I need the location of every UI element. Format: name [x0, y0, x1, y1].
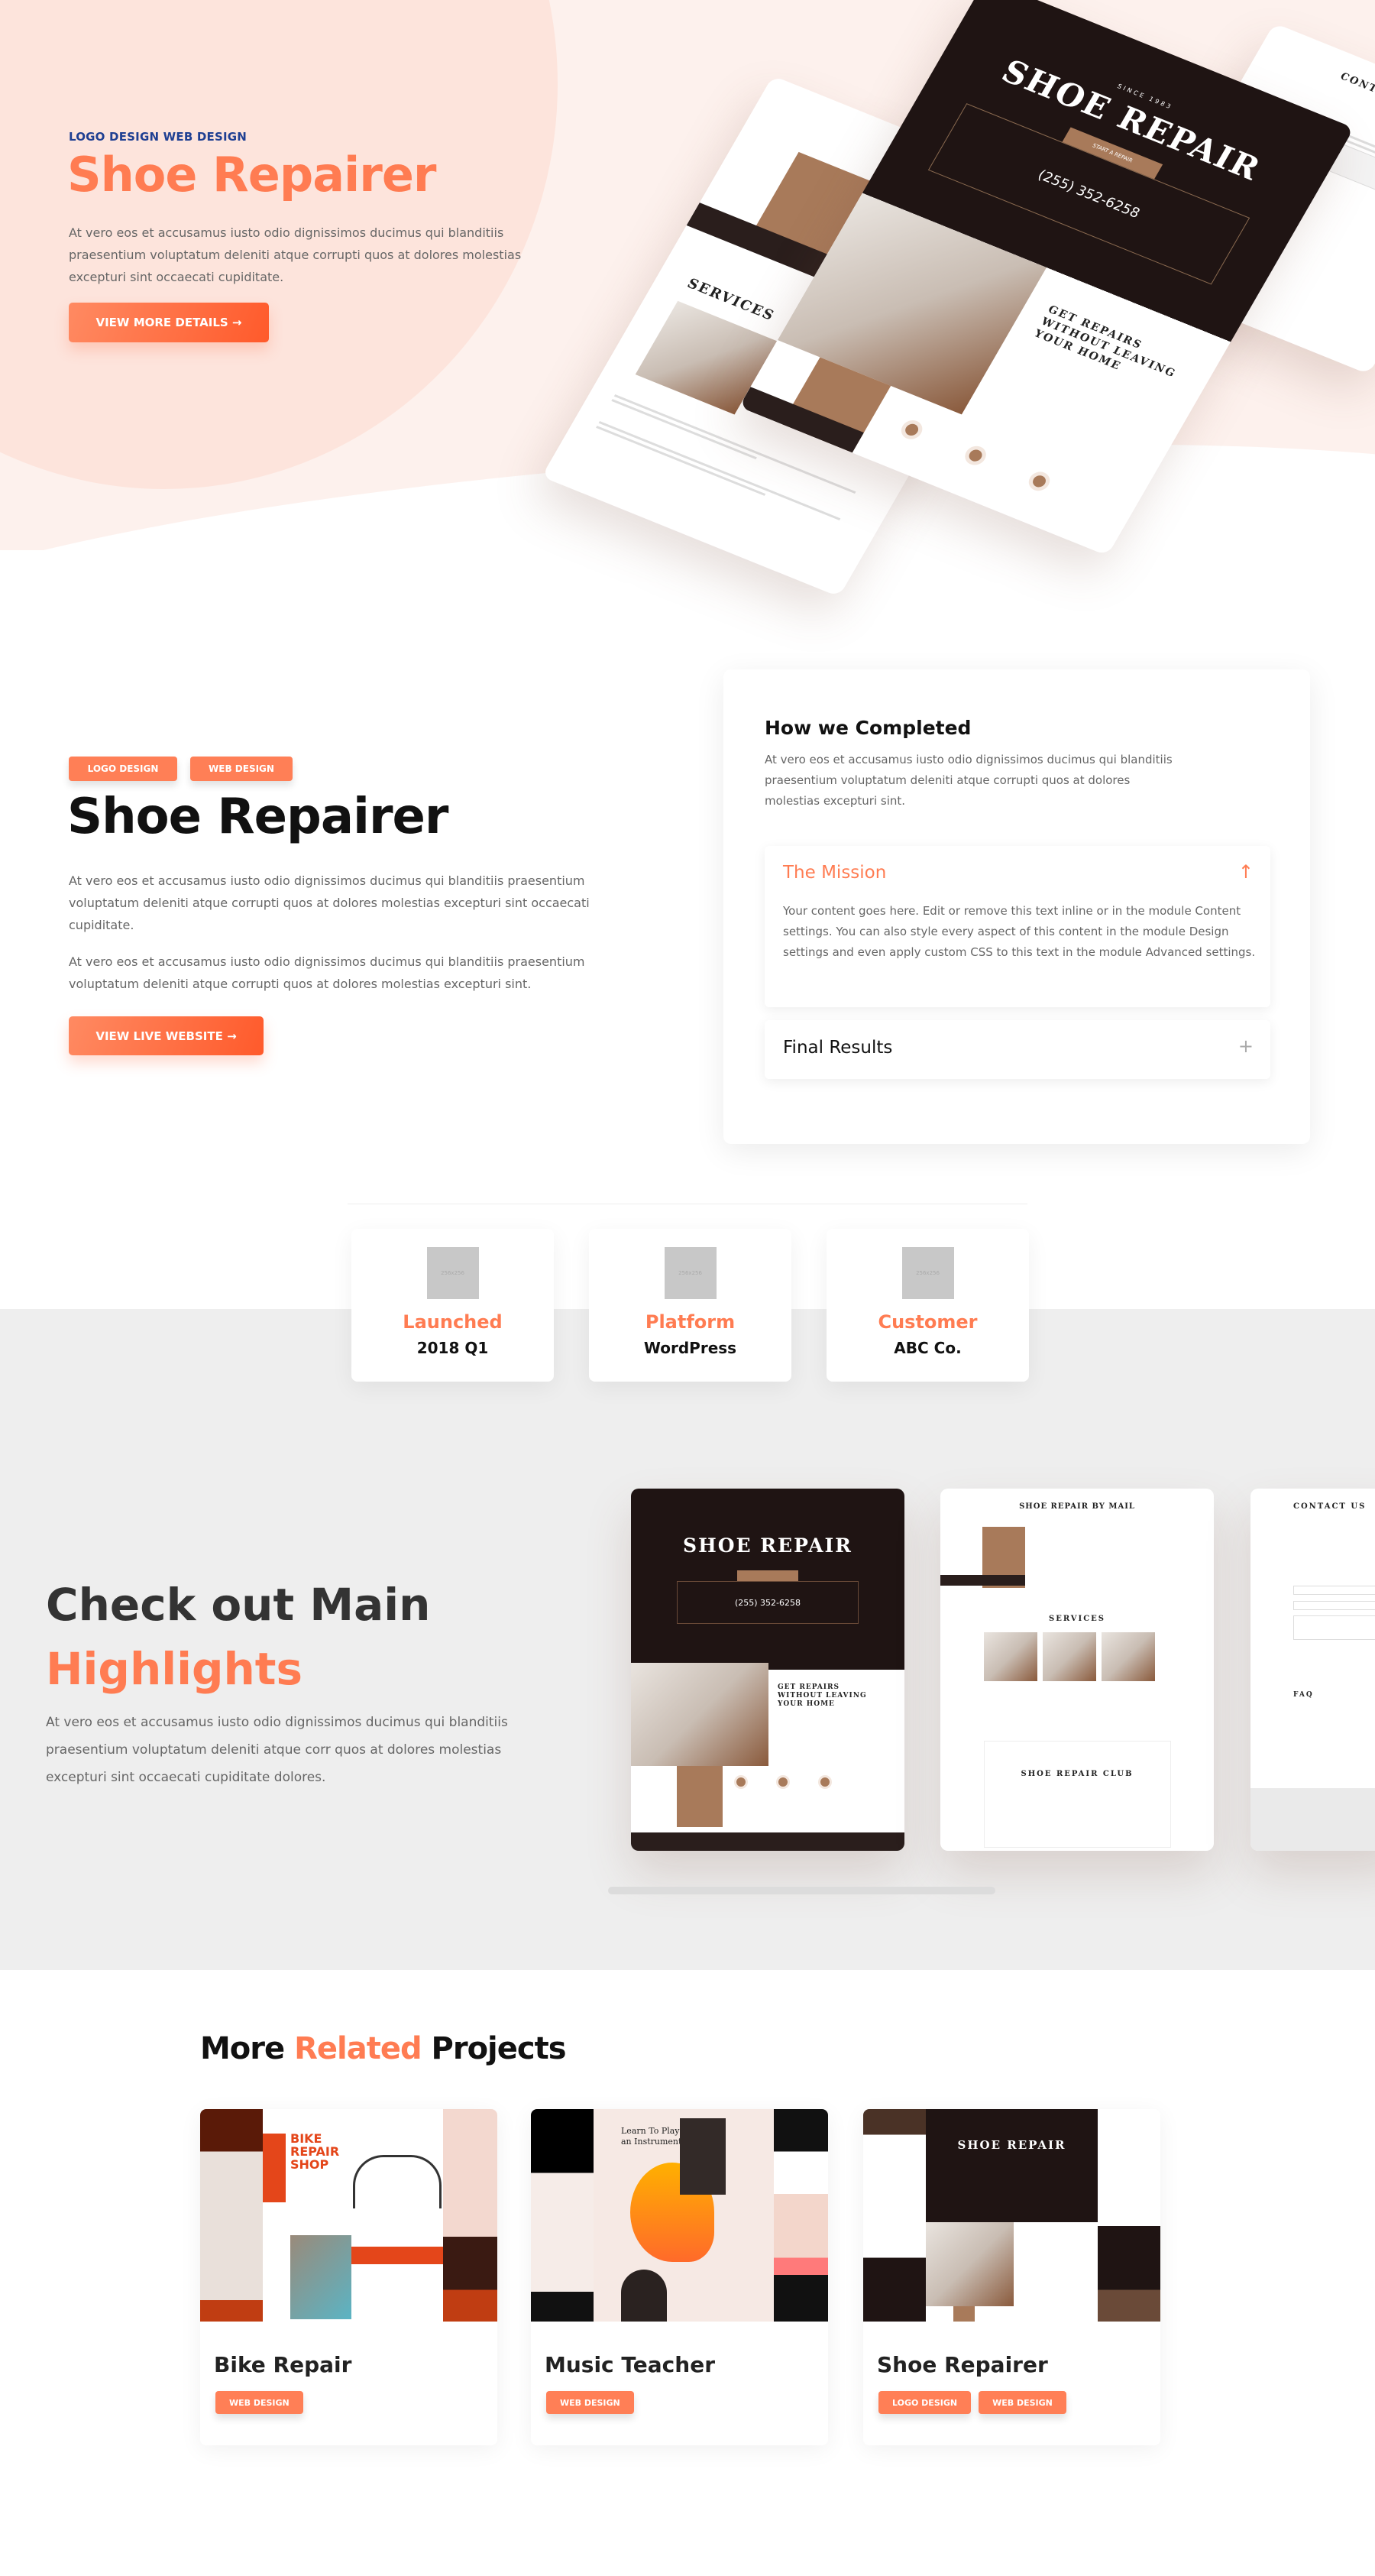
stat-card-platform: 256x256 Platform WordPress [589, 1229, 791, 1382]
project-paragraph-1: At vero eos et accusamus iusto odio dign… [69, 873, 590, 932]
stat-label: Launched [403, 1311, 503, 1333]
mockup-headline: GET REPAIRS WITHOUT LEAVING YOUR HOME [1031, 303, 1179, 381]
slide-home-title: SHOE REPAIR [683, 1534, 852, 1557]
project-title[interactable]: Bike Repair [214, 2352, 497, 2377]
accordion-final-title[interactable]: Final Results [783, 1038, 892, 1058]
thumb-text: SHOE REPAIR [957, 2138, 1066, 2152]
arrow-up-icon[interactable]: ↑ [1238, 861, 1254, 883]
highlights-description: At vero eos et accusamus iusto odio dign… [46, 1715, 508, 1785]
highlights-title-line2: Highlights [46, 1643, 303, 1695]
stat-value: ABC Co. [894, 1339, 962, 1357]
tag-web-design[interactable]: WEB DESIGN [215, 2391, 303, 2414]
hero-kicker: LOGO DESIGN WEB DESIGN [69, 130, 247, 144]
slide-home-headline: GET REPAIRS WITHOUT LEAVING YOUR HOME [778, 1683, 867, 1708]
hero-title: Shoe Repairer [67, 147, 436, 203]
process-title: How we Completed [765, 717, 972, 739]
stat-label: Customer [878, 1311, 978, 1333]
tag-logo-design[interactable]: LOGO DESIGN [69, 757, 177, 781]
highlights-title-line1: Check out Main [46, 1579, 431, 1631]
slide-contact[interactable]: CONTACT US FAQ [1250, 1489, 1375, 1851]
placeholder-image: 256x256 [426, 1247, 479, 1299]
project-title[interactable]: Music Teacher [545, 2352, 828, 2377]
stat-value: 2018 Q1 [416, 1339, 489, 1357]
related-title-suffix: Projects [431, 2031, 567, 2066]
related-card-music-teacher[interactable]: Learn To Play an Instrument Music Teache… [531, 2109, 828, 2445]
slide-home[interactable]: SHOE REPAIR (255) 352-6258 GET REPAIRS W… [631, 1489, 904, 1851]
stat-card-customer: 256x256 Customer ABC Co. [827, 1229, 1029, 1382]
project-thumbnail[interactable]: Learn To Play an Instrument [531, 2109, 828, 2322]
slide-contact-faq: FAQ [1293, 1691, 1314, 1699]
stat-card-launched: 256x256 Launched 2018 Q1 [351, 1229, 554, 1382]
slide-mail-club: SHOE REPAIR CLUB [1021, 1770, 1134, 1778]
project-tags: LOGO DESIGN WEB DESIGN [69, 757, 293, 781]
project-thumbnail[interactable]: BIKE REPAIR SHOP [200, 2109, 497, 2322]
tag-web-design[interactable]: WEB DESIGN [979, 2391, 1066, 2414]
slide-home-phone: (255) 352-6258 [677, 1581, 859, 1624]
project-thumbnail[interactable]: SHOE REPAIR [863, 2109, 1160, 2322]
carousel-scrollbar[interactable] [608, 1887, 995, 1894]
view-more-details-button[interactable]: VIEW MORE DETAILS → [69, 303, 269, 342]
slide-mail[interactable]: SHOE REPAIR BY MAIL SERVICES SHOE REPAIR… [940, 1489, 1214, 1851]
highlights-title: Check out Main Highlights [46, 1573, 430, 1701]
tag-web-design[interactable]: WEB DESIGN [190, 757, 293, 781]
accordion-mission-body: Your content goes here. Edit or remove t… [783, 904, 1256, 959]
thumb-text: BIKE REPAIR SHOP [290, 2131, 340, 2172]
related-title: More Related Projects [200, 2031, 567, 2066]
process-description: At vero eos et accusamus iusto odio dign… [765, 753, 1173, 808]
related-card-shoe-repairer[interactable]: SHOE REPAIR Shoe Repairer LOGO DESIGN WE… [863, 2109, 1160, 2445]
accordion-item-mission[interactable]: The Mission ↑ Your content goes here. Ed… [765, 846, 1270, 1007]
process-card: How we Completed At vero eos et accusamu… [723, 669, 1310, 1144]
placeholder-image: 256x256 [664, 1247, 717, 1299]
slide-mail-services: SERVICES [1048, 1615, 1106, 1623]
project-title[interactable]: Shoe Repairer [877, 2352, 1160, 2377]
related-title-prefix: More [200, 2031, 285, 2066]
project-title: Shoe Repairer [67, 789, 448, 845]
placeholder-image: 256x256 [901, 1247, 954, 1299]
hero-description: At vero eos et accusamus iusto odio dign… [69, 225, 522, 284]
stat-value: WordPress [643, 1339, 737, 1357]
accordion-item-final-results[interactable]: Final Results + [765, 1020, 1270, 1079]
thumb-text: Learn To Play an Instrument [621, 2126, 682, 2147]
slide-mail-title: SHOE REPAIR BY MAIL [1019, 1502, 1135, 1511]
slide-contact-title: CONTACT US [1293, 1502, 1367, 1511]
related-title-accent: Related [294, 2031, 422, 2066]
tag-web-design[interactable]: WEB DESIGN [546, 2391, 634, 2414]
plus-icon[interactable]: + [1238, 1035, 1254, 1057]
related-card-bike-repair[interactable]: BIKE REPAIR SHOP Bike Repair WEB DESIGN [200, 2109, 497, 2445]
project-paragraph-2: At vero eos et accusamus iusto odio dign… [69, 954, 585, 991]
accordion-mission-title[interactable]: The Mission [783, 863, 886, 883]
stat-label: Platform [645, 1311, 736, 1333]
tag-logo-design[interactable]: LOGO DESIGN [878, 2391, 972, 2414]
view-live-website-button[interactable]: VIEW LIVE WEBSITE → [69, 1016, 264, 1055]
